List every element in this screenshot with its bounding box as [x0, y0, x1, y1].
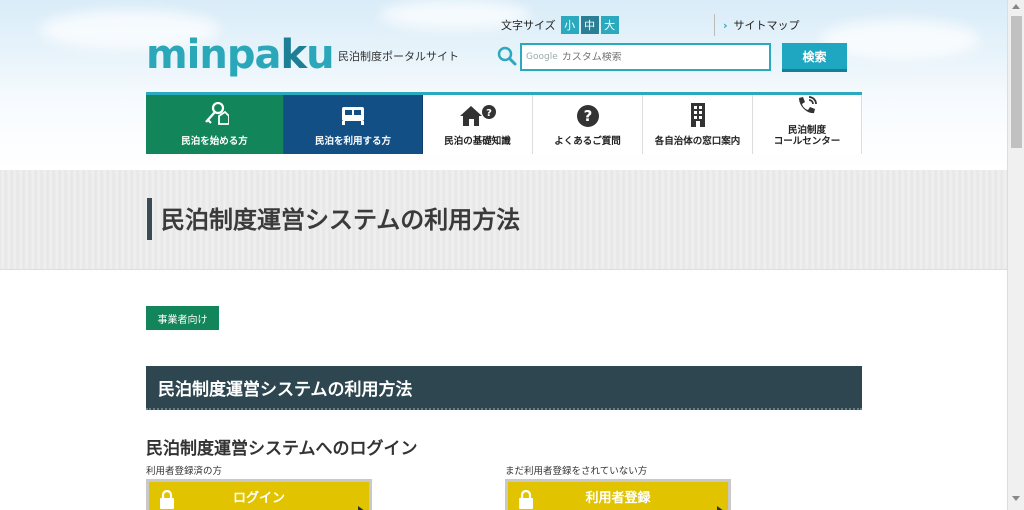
building-icon	[690, 103, 705, 127]
page-title-band: 民泊制度運営システムの利用方法	[0, 170, 1007, 270]
arrow-right-icon	[358, 506, 365, 510]
sitemap-label: サイトマップ	[733, 19, 800, 32]
site-tagline: 民泊制度ポータルサイト	[338, 50, 459, 63]
google-brand-label: Google	[526, 52, 558, 62]
nav-item-local-contacts[interactable]: 各自治体の窓口案内	[643, 95, 753, 154]
site-logo[interactable]: minpaku	[146, 32, 335, 78]
font-size-switcher: 文字サイズ 小 中 大	[501, 16, 619, 34]
arrow-right-icon	[717, 506, 724, 510]
svg-text:?: ?	[486, 108, 492, 119]
search-input[interactable]	[561, 51, 742, 63]
section-heading-text: 民泊制度運営システムの利用方法	[158, 379, 413, 400]
header: minpaku 民泊制度ポータルサイト 文字サイズ 小 中 大 › サイトマップ…	[0, 0, 1007, 170]
question-circle-icon: ?	[576, 105, 599, 127]
nav-item-call-center[interactable]: 民泊制度 コールセンター	[753, 95, 862, 154]
lock-icon	[160, 490, 174, 509]
house-question-icon: ?	[459, 105, 496, 126]
lock-icon	[519, 490, 533, 509]
scroll-up-arrow-icon[interactable]	[1012, 4, 1020, 9]
login-button[interactable]: ログイン	[146, 479, 372, 510]
nav-item-use-minpaku[interactable]: 民泊を利用する方	[284, 95, 423, 154]
nav-item-basic-knowledge[interactable]: ? 民泊の基礎知識	[423, 95, 533, 154]
nav-label: 各自治体の窓口案内	[654, 136, 741, 147]
registered-note: 利用者登録済の方	[146, 466, 223, 477]
svg-text:?: ?	[583, 107, 592, 125]
nav-label-line1: 民泊制度	[787, 125, 826, 136]
logo-text: minpa	[146, 32, 281, 78]
nav-label-line2: コールセンター	[773, 136, 841, 147]
register-button[interactable]: 利用者登録	[505, 479, 731, 510]
font-size-label: 文字サイズ	[501, 19, 556, 32]
page-title: 民泊制度運営システムの利用方法	[161, 206, 521, 234]
nav-label: よくあるご質問	[554, 136, 621, 147]
nav-label: 民泊を利用する方	[314, 136, 391, 147]
bed-icon	[342, 107, 364, 125]
font-size-large-button[interactable]: 大	[600, 16, 619, 34]
nav-label: 民泊の基礎知識	[444, 136, 511, 147]
search-field[interactable]: Google	[520, 43, 771, 71]
unregistered-note: まだ利用者登録をされていない方	[505, 466, 648, 477]
main-nav: 民泊を始める方 民泊を利用する方 ? 民泊の基礎知識 ? よくあるご質問 各自治…	[146, 92, 862, 154]
sitemap-link[interactable]: › サイトマップ	[714, 14, 800, 36]
register-button-label: 利用者登録	[585, 490, 651, 506]
key-house-icon	[204, 102, 229, 125]
category-tag: 事業者向け	[146, 306, 219, 330]
font-size-small-button[interactable]: 小	[560, 16, 579, 34]
title-accent-bar	[147, 198, 152, 240]
search-icon	[497, 46, 517, 66]
login-heading: 民泊制度運営システムへのログイン	[146, 439, 418, 459]
phone-icon	[799, 96, 817, 114]
logo-text-tail: u	[306, 32, 335, 78]
vertical-scrollbar[interactable]	[1007, 0, 1024, 510]
font-size-medium-button[interactable]: 中	[580, 16, 599, 34]
chevron-right-icon: ›	[723, 18, 728, 32]
scrollbar-thumb[interactable]	[1011, 16, 1022, 148]
scroll-down-arrow-icon[interactable]	[1012, 496, 1020, 501]
nav-label: 民泊を始める方	[181, 136, 248, 147]
section-heading: 民泊制度運営システムの利用方法	[146, 366, 862, 410]
logo-text-accent: k	[280, 32, 308, 78]
nav-item-start-minpaku[interactable]: 民泊を始める方	[146, 95, 284, 154]
login-button-label: ログイン	[232, 490, 285, 506]
nav-item-faq[interactable]: ? よくあるご質問	[533, 95, 643, 154]
search-button[interactable]: 検索	[782, 43, 847, 72]
page: minpaku 民泊制度ポータルサイト 文字サイズ 小 中 大 › サイトマップ…	[0, 0, 1007, 510]
